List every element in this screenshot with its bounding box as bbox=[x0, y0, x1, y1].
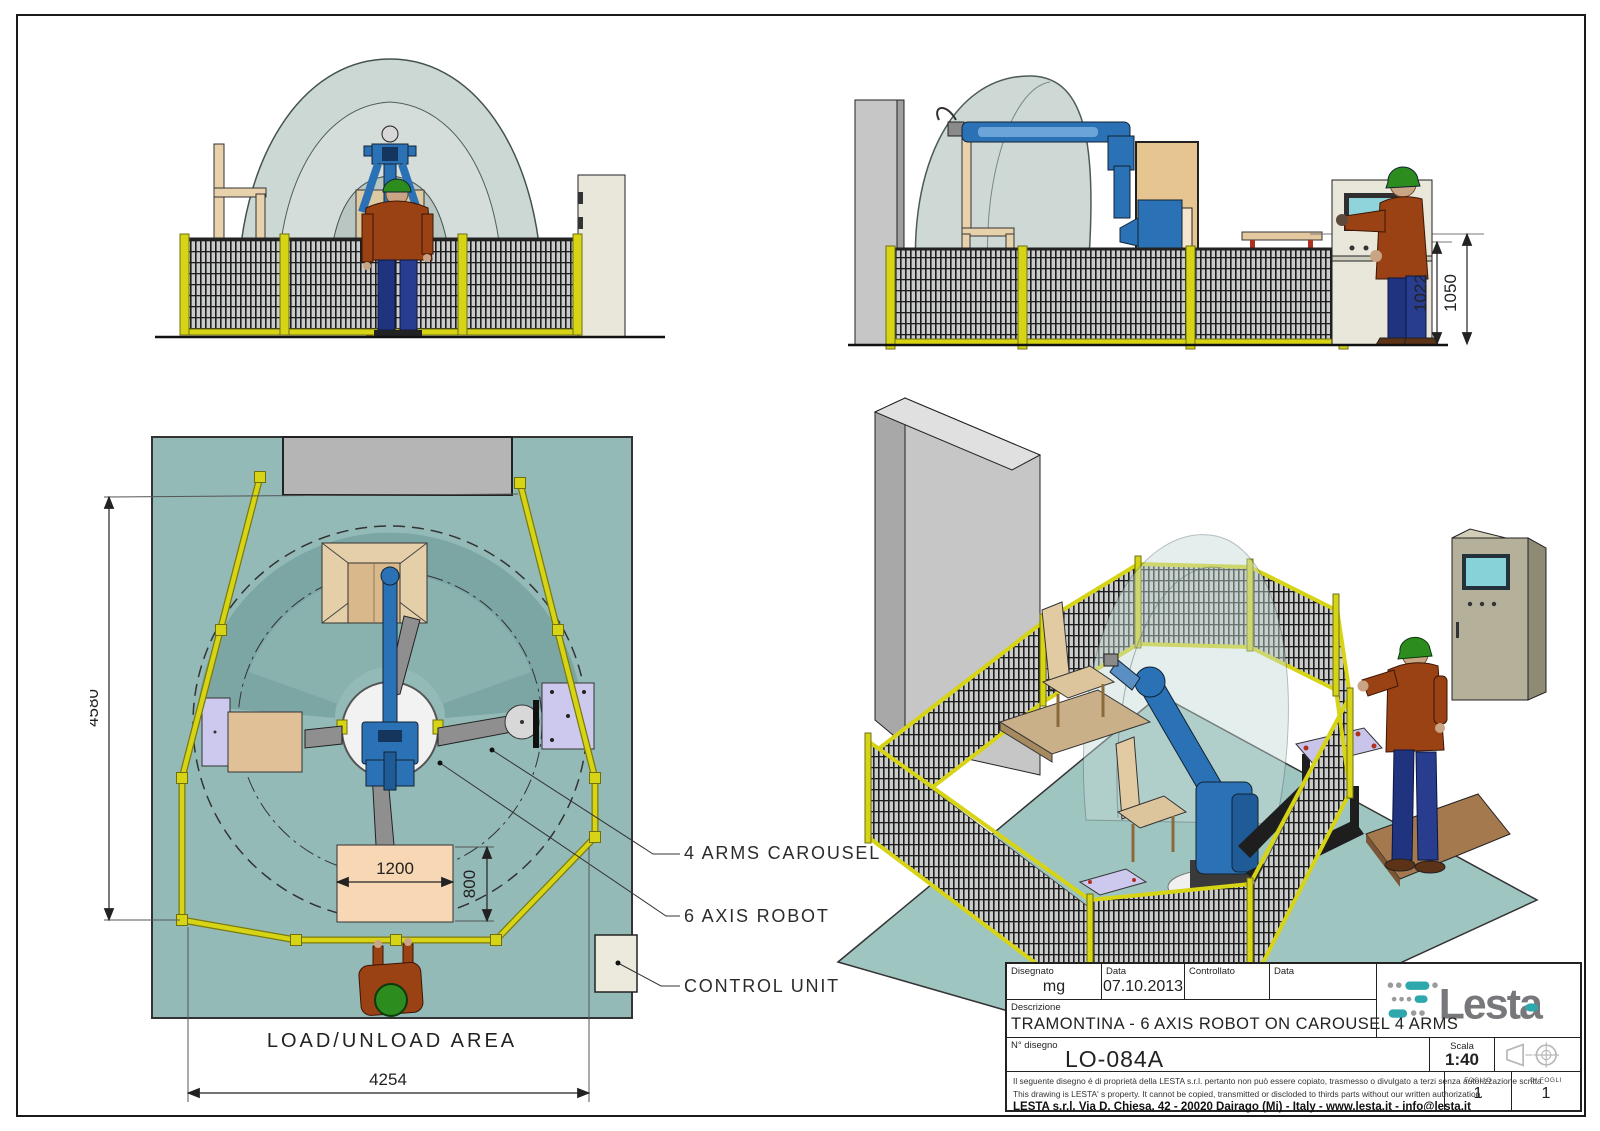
description-value: TRAMONTINA - 6 AXIS ROBOT ON CAROUSEL 4 … bbox=[1011, 1015, 1458, 1034]
drawing-number-value: LO-084A bbox=[1065, 1046, 1164, 1073]
svg-text:1022: 1022 bbox=[1411, 274, 1430, 312]
scale-cell: Scala 1:40 bbox=[1430, 1038, 1495, 1072]
date-value: 07.10.2013 bbox=[1102, 978, 1184, 996]
load-table-plan bbox=[337, 845, 453, 922]
front-elevation-view bbox=[150, 42, 670, 347]
control-unit-front bbox=[578, 175, 625, 337]
disclaimer-cell: Il seguente disegno é di proprietà della… bbox=[1007, 1072, 1445, 1110]
checked-date-cell: Data bbox=[1270, 964, 1377, 1000]
company-address: LESTA s.r.l. Via D. Chiesa, 42 - 20020 D… bbox=[1013, 1101, 1438, 1113]
of-sheets-cell: DI FOGLI 1 bbox=[1512, 1072, 1580, 1110]
control-cabinet-iso bbox=[1452, 529, 1546, 700]
svg-text:1050: 1050 bbox=[1441, 274, 1460, 312]
robot-body-side bbox=[1138, 200, 1182, 248]
title-block: Disegnato mg Data 07.10.2013 Controllato… bbox=[1005, 962, 1582, 1112]
svg-text:4254: 4254 bbox=[369, 1070, 407, 1089]
disclaimer-english: This drawing is LESTA' s property. It ca… bbox=[1013, 1088, 1438, 1101]
wall-plan bbox=[283, 437, 512, 495]
safety-fence-side bbox=[886, 248, 1348, 345]
scale-value: 1:40 bbox=[1430, 1050, 1494, 1070]
sheet-number: 1 bbox=[1445, 1085, 1511, 1103]
drawn-by-cell: Disegnato mg bbox=[1007, 964, 1102, 1000]
side-elevation-view: 1022 1050 bbox=[840, 48, 1490, 358]
drawing-sheet: 1022 1050 bbox=[0, 0, 1600, 1131]
svg-text:1200: 1200 bbox=[376, 859, 414, 878]
drawing-number-cell: N° disegno LO-084A bbox=[1007, 1038, 1430, 1072]
sheet-cell: FOGLIO 1 bbox=[1445, 1072, 1512, 1110]
projection-symbol-cell bbox=[1495, 1038, 1580, 1072]
load-area-label: LOAD/UNLOAD AREA bbox=[267, 1030, 517, 1052]
top-station-plan bbox=[322, 543, 427, 623]
description-cell: Descrizione TRAMONTINA - 6 AXIS ROBOT ON… bbox=[1007, 1000, 1377, 1038]
checked-by-cell: Controllato bbox=[1185, 964, 1270, 1000]
projection-symbol-icon bbox=[1497, 1040, 1577, 1070]
callout-control-unit-label: CONTROL UNIT bbox=[684, 976, 840, 997]
svg-text:800: 800 bbox=[460, 870, 479, 898]
dimension-1050: 1050 bbox=[1441, 234, 1467, 344]
chair-front bbox=[214, 144, 266, 244]
disclaimer-italian: Il seguente disegno é di proprietà della… bbox=[1013, 1075, 1438, 1088]
drawn-by-value: mg bbox=[1007, 978, 1101, 996]
svg-text:4580: 4580 bbox=[90, 689, 102, 727]
of-sheets-number: 1 bbox=[1512, 1085, 1580, 1103]
date-cell: Data 07.10.2013 bbox=[1102, 964, 1185, 1000]
plan-view: 4580 1200 800 bbox=[90, 430, 690, 1120]
callout-robot-label: 6 AXIS ROBOT bbox=[684, 906, 830, 927]
